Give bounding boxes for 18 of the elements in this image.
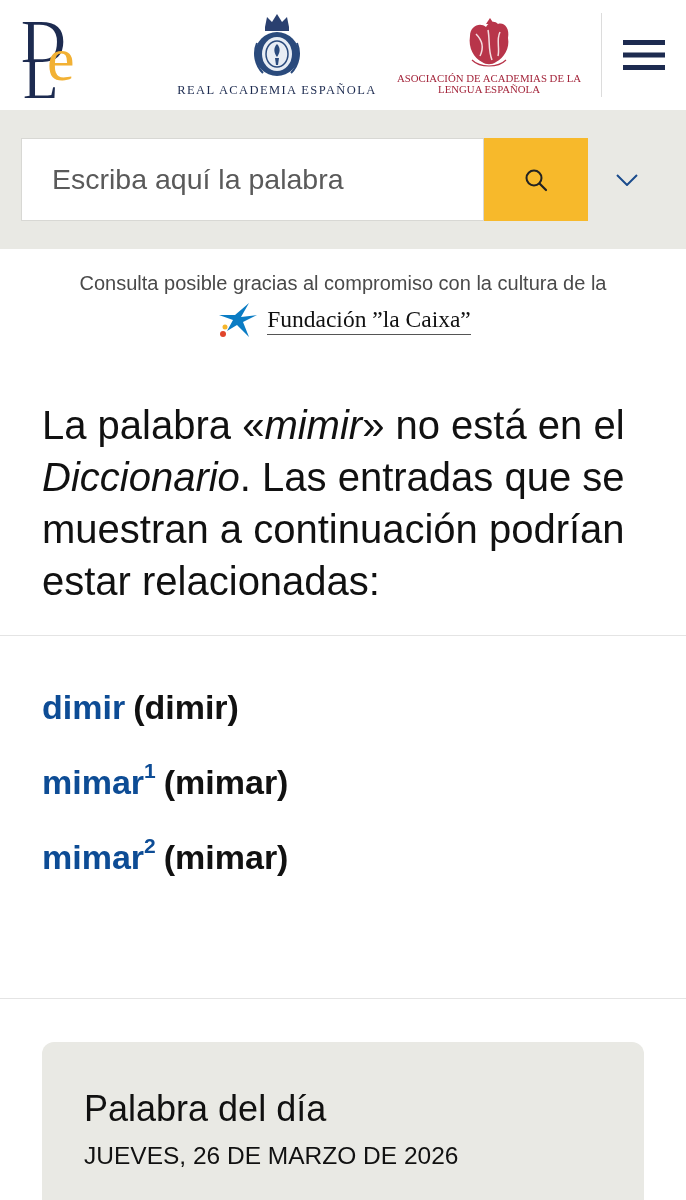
sponsor-link[interactable]: Fundación ”la Caixa” (267, 305, 471, 335)
association-name: ASOCIACIÓN DE ACADEMIAS DE LA LENGUA ESPAÑOLA (396, 72, 582, 95)
crowned-crest-icon (253, 12, 301, 77)
message-text: La palabra «mimir» no está en el Diccionario. Las entradas que se muestran a continuación podrían estar relacionadas: (42, 402, 626, 605)
menu-icon[interactable] (623, 40, 665, 70)
entry-lemma: (mimar) (163, 838, 289, 877)
card-date: JUEVES, 26 DE MARZO DE 2026 (84, 1141, 460, 1171)
sponsor-text: Consulta posible gracias al compromiso con la cultura de la (79, 271, 607, 295)
entry-link[interactable]: dimir (42, 688, 126, 727)
academy-name: REAL ACADEMIA ESPAÑOLA (177, 82, 377, 98)
search-field[interactable]: Escriba aquí la palabra (21, 138, 484, 221)
search-icon (524, 167, 548, 192)
chevron-down-icon[interactable] (616, 173, 638, 186)
entry-lemma: (mimar) (163, 763, 289, 802)
card-title: Palabra del día (84, 1087, 328, 1131)
entry-link[interactable]: mimar$^{2}$ (42, 838, 156, 877)
entry-link[interactable]: mimar$^{1}$ (42, 763, 156, 802)
entry-lemma: (dimir) (133, 688, 239, 727)
